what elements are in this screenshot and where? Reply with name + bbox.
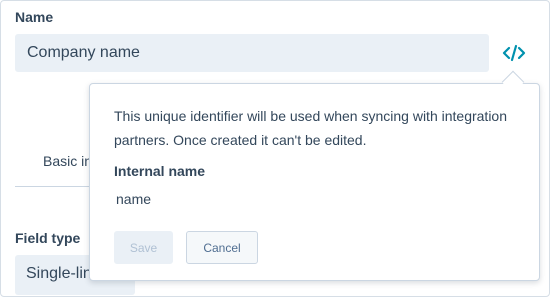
field-type-label: Field type bbox=[15, 230, 81, 246]
code-icon bbox=[502, 44, 526, 62]
name-input[interactable] bbox=[15, 34, 489, 72]
tab-basic-info[interactable]: Basic in bbox=[43, 153, 92, 169]
internal-name-toggle-button[interactable] bbox=[500, 40, 528, 66]
name-label: Name bbox=[15, 9, 54, 25]
save-button[interactable]: Save bbox=[114, 231, 173, 264]
internal-name-label: Internal name bbox=[114, 163, 206, 179]
internal-name-popover: This unique identifier will be used when… bbox=[89, 83, 540, 281]
divider bbox=[15, 186, 95, 187]
popover-description: This unique identifier will be used when… bbox=[114, 108, 507, 148]
cancel-button[interactable]: Cancel bbox=[186, 231, 258, 264]
internal-name-value: name bbox=[116, 191, 152, 207]
